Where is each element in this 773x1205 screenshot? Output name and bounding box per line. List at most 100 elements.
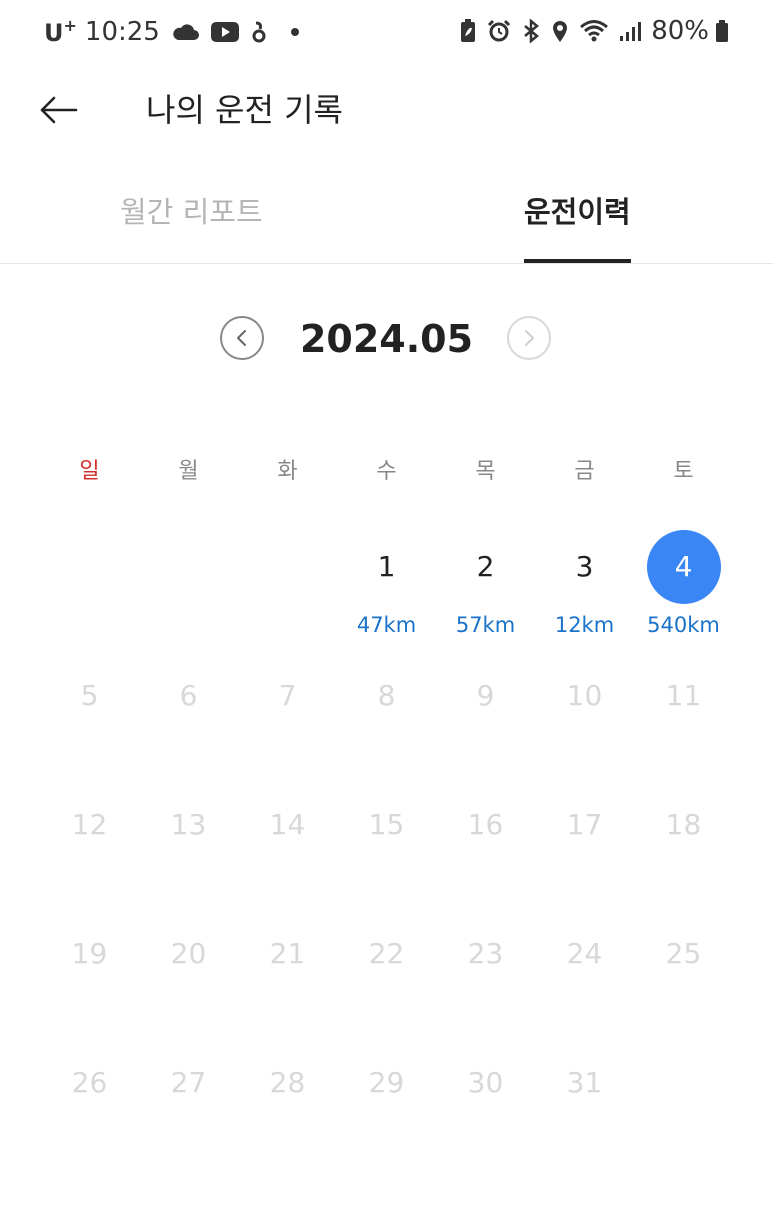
calendar-day: 21 [238, 934, 337, 1063]
chevron-left-icon [237, 330, 246, 346]
status-bar-left: U+ 10:25 [44, 16, 300, 47]
calendar-empty-cell [139, 530, 238, 676]
calendar-day: 22 [337, 934, 436, 1063]
calendar-day: 20 [139, 934, 238, 1063]
tab-monthly-report[interactable]: 월간 리포트 [120, 190, 263, 263]
month-label: 2024.05 [299, 317, 474, 361]
calendar-day[interactable]: 2 57km [436, 530, 535, 676]
day-number: 20 [170, 937, 207, 970]
calendar-day: 23 [436, 934, 535, 1063]
calendar-week: 12 13 14 15 16 17 18 [40, 805, 733, 934]
calendar-week: 26 27 28 29 30 31 [40, 1063, 733, 1192]
calendar-empty-cell [634, 1063, 733, 1192]
weekday-tue: 화 [277, 459, 298, 484]
day-number: 9 [476, 679, 495, 712]
day-number: 7 [278, 679, 297, 712]
calendar-week: 5 6 7 8 9 10 11 [40, 676, 733, 805]
day-number: 21 [269, 937, 306, 970]
calendar-empty-cell [40, 530, 139, 676]
calendar-day: 6 [139, 676, 238, 805]
chevron-right-icon [525, 330, 534, 346]
day-number: 31 [566, 1066, 603, 1099]
calendar-day: 19 [40, 934, 139, 1063]
alarm-icon [487, 19, 511, 43]
calendar-day: 11 [634, 676, 733, 805]
calendar-day: 14 [238, 805, 337, 934]
day-distance: 540km [647, 613, 720, 637]
weekday-mon: 월 [178, 459, 199, 484]
weekday-thu: 목 [475, 459, 496, 484]
status-bar: U+ 10:25 80% [0, 0, 773, 70]
calendar-grid: 1 47km 2 57km 3 12km 4 540km 5 6 7 8 9 1… [40, 530, 733, 1192]
weekday-fri: 금 [574, 459, 595, 484]
clock: 10:25 [84, 16, 160, 47]
prev-month-button[interactable] [220, 316, 264, 360]
day-number: 14 [269, 808, 306, 841]
calendar-day: 18 [634, 805, 733, 934]
battery-icon [715, 19, 729, 43]
day-number: 2 [476, 550, 495, 583]
calendar-day: 27 [139, 1063, 238, 1192]
day-number: 1 [377, 550, 396, 583]
weekday-sun: 일 [79, 459, 100, 484]
calendar-day: 26 [40, 1063, 139, 1192]
calendar-day: 29 [337, 1063, 436, 1192]
calendar-day: 25 [634, 934, 733, 1063]
youtube-icon [210, 21, 240, 43]
calendar-day: 24 [535, 934, 634, 1063]
day-number: 13 [170, 808, 207, 841]
next-month-button[interactable] [507, 316, 551, 360]
day-number: 10 [566, 679, 603, 712]
calendar-day[interactable]: 3 12km [535, 530, 634, 676]
calendar-day: 9 [436, 676, 535, 805]
calendar-empty-cell [238, 530, 337, 676]
calendar-day: 28 [238, 1063, 337, 1192]
calendar-day-selected[interactable]: 4 540km [634, 530, 733, 676]
day-number: 17 [566, 808, 603, 841]
bluetooth-icon [521, 19, 541, 43]
day-number: 30 [467, 1066, 504, 1099]
day-number: 19 [71, 937, 108, 970]
day-number: 3 [575, 550, 594, 583]
tab-bar: 월간 리포트 운전이력 [0, 170, 773, 264]
day-number: 27 [170, 1066, 207, 1099]
day-number: 8 [377, 679, 396, 712]
signal-icon [619, 20, 642, 42]
calendar-day: 12 [40, 805, 139, 934]
back-arrow-icon [40, 96, 78, 124]
back-button[interactable] [30, 88, 86, 132]
calendar-day[interactable]: 1 47km [337, 530, 436, 676]
day-number: 26 [71, 1066, 108, 1099]
day-number: 15 [368, 808, 405, 841]
tab-driving-history[interactable]: 운전이력 [524, 190, 631, 263]
day-distance: 57km [455, 613, 516, 637]
hook-icon [250, 20, 268, 44]
day-number: 29 [368, 1066, 405, 1099]
calendar-day: 5 [40, 676, 139, 805]
month-selector: 2024.05 [0, 310, 773, 370]
cloud-icon [170, 22, 200, 42]
calendar-day: 7 [238, 676, 337, 805]
dot-icon [290, 27, 300, 37]
day-number: 6 [179, 679, 198, 712]
app-bar: 나의 운전 기록 [0, 70, 773, 150]
day-number: 23 [467, 937, 504, 970]
battery-percent: 80% [651, 16, 709, 46]
day-number: 28 [269, 1066, 306, 1099]
day-number: 24 [566, 937, 603, 970]
day-number: 25 [665, 937, 702, 970]
day-number: 16 [467, 808, 504, 841]
day-number: 22 [368, 937, 405, 970]
day-number: 11 [665, 679, 702, 712]
battery-saver-icon [459, 18, 477, 44]
weekday-wed: 수 [376, 459, 397, 484]
page-title: 나의 운전 기록 [146, 91, 343, 129]
day-number: 12 [71, 808, 108, 841]
day-distance: 47km [356, 613, 417, 637]
calendar-day: 10 [535, 676, 634, 805]
weekday-header: 일 월 화 수 목 금 토 [40, 452, 733, 492]
calendar-day: 13 [139, 805, 238, 934]
day-distance: 12km [554, 613, 615, 637]
calendar-week: 19 20 21 22 23 24 25 [40, 934, 733, 1063]
calendar-day: 31 [535, 1063, 634, 1192]
